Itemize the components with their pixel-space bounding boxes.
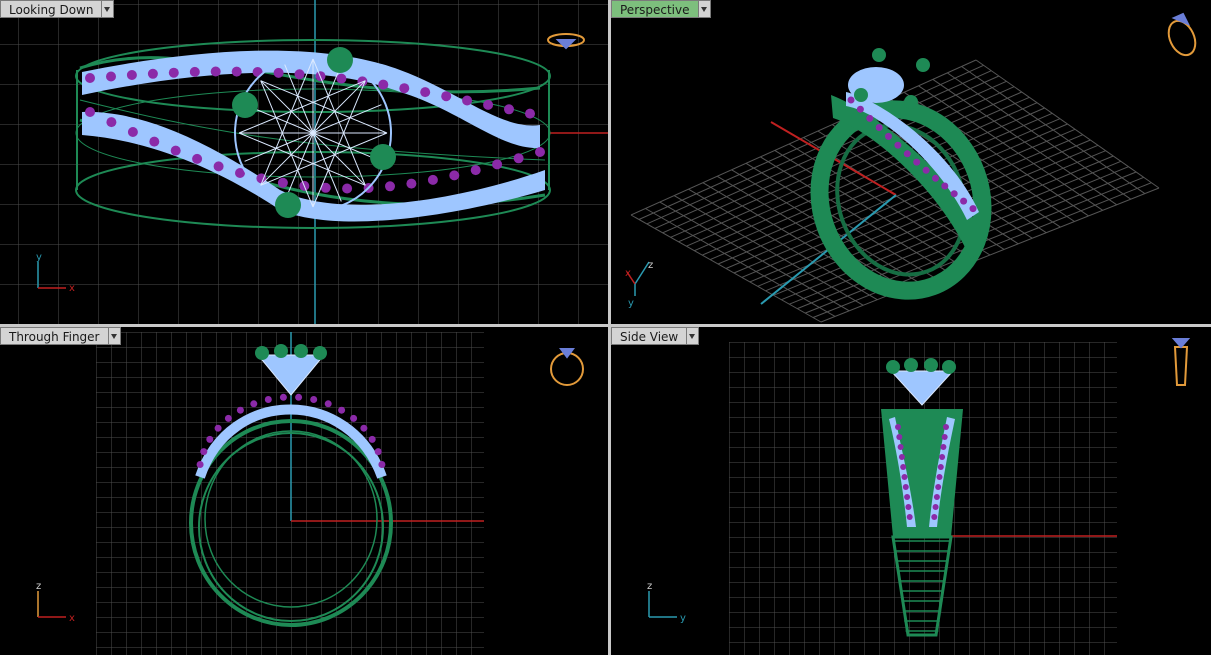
axis-label-z: z [36,581,41,592]
top-view-canvas[interactable]: y x [0,0,608,324]
nav-ring-icon[interactable] [1164,12,1201,59]
viewport-splitter-horizontal[interactable] [0,324,1211,327]
axis-triad: z y [647,581,686,624]
side-view-canvas[interactable]: z y [611,327,1211,655]
viewport-label[interactable]: Side View [611,327,688,345]
axis-label-y: y [680,613,686,624]
viewport-tab-perspective[interactable]: Perspective [611,0,711,18]
axis-label-x: x [625,268,631,279]
perspective-view-canvas[interactable]: z x y [611,0,1211,324]
chevron-down-icon[interactable] [102,0,115,18]
viewport-looking-down[interactable]: y x Looking Down [0,0,608,324]
axis-label-z: z [647,581,652,592]
axis-label-z: z [648,260,653,271]
front-view-canvas[interactable]: z x [0,327,608,655]
viewport-label[interactable]: Perspective [611,0,699,18]
chevron-down-icon[interactable] [687,327,700,345]
nav-ring-icon[interactable] [550,348,584,386]
nav-ring-icon[interactable] [1171,338,1191,386]
viewport-tab-looking-down[interactable]: Looking Down [0,0,115,18]
axis-label-x: x [69,613,75,624]
chevron-down-icon[interactable] [108,327,121,345]
axis-label-y: y [36,252,42,263]
axis-label-y: y [628,298,634,309]
viewport-perspective[interactable]: z x y Perspective [611,0,1211,324]
viewport-through-finger[interactable]: z x Through Finger [0,327,608,655]
viewport-label[interactable]: Looking Down [0,0,103,18]
viewport-tab-through-finger[interactable]: Through Finger [0,327,121,345]
chevron-down-icon[interactable] [698,0,711,18]
viewport-side-view[interactable]: z y Side View [611,327,1211,655]
axis-triad: z x y [625,260,653,309]
viewport-tab-side-view[interactable]: Side View [611,327,700,345]
axis-triad: z x [36,581,75,624]
viewport-label[interactable]: Through Finger [0,327,109,345]
axis-label-x: x [69,283,75,294]
